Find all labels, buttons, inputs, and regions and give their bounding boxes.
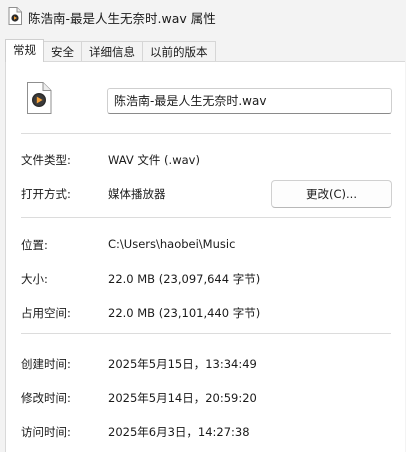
opens-with-value: 媒体播放器 <box>108 187 166 201</box>
window-title: 陈浩南-最是人生无奈时.wav 属性 <box>28 11 216 26</box>
change-button[interactable]: 更改(C)... <box>271 180 392 208</box>
location-value: C:\Users\haobei\Music <box>108 237 236 251</box>
divider <box>21 217 391 218</box>
modified-label: 修改时间: <box>21 391 71 405</box>
file-name-input[interactable]: 陈浩南-最是人生无奈时.wav <box>107 88 392 114</box>
opens-with-label: 打开方式: <box>21 187 71 201</box>
created-label: 创建时间: <box>21 357 71 371</box>
file-type-label: 文件类型: <box>21 153 71 167</box>
tab-previous-versions[interactable]: 以前的版本 <box>142 41 216 62</box>
location-label: 位置: <box>21 238 48 252</box>
accessed-label: 访问时间: <box>21 425 71 439</box>
properties-window: 陈浩南-最是人生无奈时.wav 属性 常规 安全 详细信息 以前的版本 陈浩南-… <box>0 0 406 452</box>
file-type-value: WAV 文件 (.wav) <box>108 153 200 167</box>
size-label: 大小: <box>21 272 48 286</box>
tab-security[interactable]: 安全 <box>43 41 82 62</box>
media-file-icon <box>27 82 52 114</box>
size-value: 22.0 MB (23,097,644 字节) <box>108 272 261 286</box>
media-file-icon <box>8 7 22 25</box>
tab-general[interactable]: 常规 <box>5 39 44 62</box>
divider <box>21 133 391 134</box>
general-panel: 陈浩南-最是人生无奈时.wav 文件类型: WAV 文件 (.wav) 打开方式… <box>5 61 405 452</box>
size-on-disk-label: 占用空间: <box>21 306 71 320</box>
title-bar[interactable]: 陈浩南-最是人生无奈时.wav 属性 <box>0 0 406 32</box>
tab-details[interactable]: 详细信息 <box>81 41 143 62</box>
accessed-value: 2025年6月3日，14:27:38 <box>108 425 250 439</box>
size-on-disk-value: 22.0 MB (23,101,440 字节) <box>108 306 261 320</box>
tab-strip: 常规 安全 详细信息 以前的版本 <box>5 39 216 62</box>
divider <box>21 333 391 334</box>
modified-value: 2025年5月14日，20:59:20 <box>108 391 257 405</box>
created-value: 2025年5月15日，13:34:49 <box>108 357 257 371</box>
